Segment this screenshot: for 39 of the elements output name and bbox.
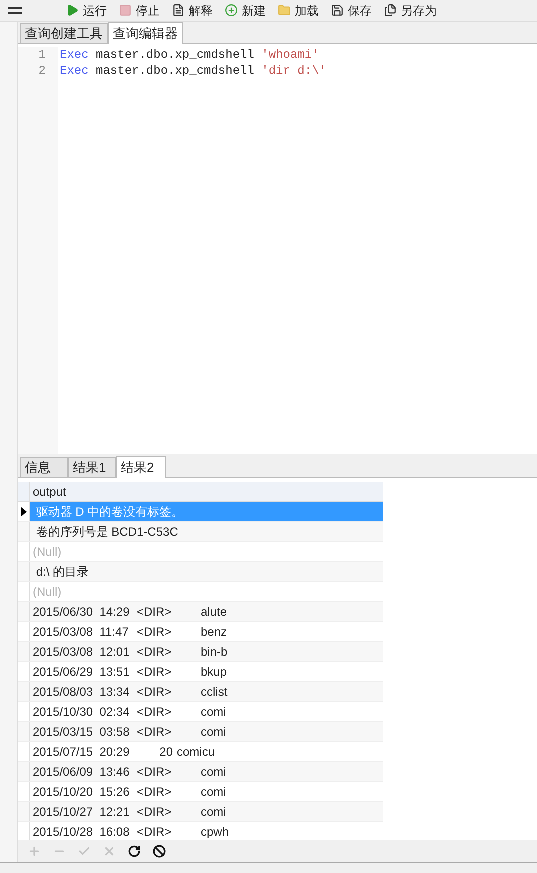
editor-tab[interactable]: 查询创建工具 — [20, 23, 108, 43]
folder-icon — [278, 4, 291, 17]
line-number: 2 — [38, 63, 46, 79]
play-icon — [66, 4, 79, 17]
column-header[interactable]: output — [30, 482, 70, 501]
document-icon — [172, 4, 185, 17]
menu-icon[interactable] — [8, 7, 22, 14]
toolbar-button[interactable]: 运行 — [66, 2, 107, 20]
toolbar-button[interactable]: 加载 — [278, 2, 319, 20]
toolbar-button[interactable]: 另存为 — [384, 2, 437, 20]
toolbar-button[interactable]: 停止 — [119, 2, 160, 20]
code-line: Exec master.dbo.xp_cmdshell 'dir d:\' — [60, 63, 326, 79]
refresh-button[interactable] — [126, 843, 142, 859]
line-number: 1 — [38, 47, 46, 63]
toolbar-button[interactable]: 新建 — [225, 2, 266, 20]
add-icon — [28, 844, 40, 858]
stop-icon — [152, 844, 166, 858]
editor-tab[interactable]: 查询编辑器 — [108, 22, 183, 44]
save-as-icon — [384, 4, 397, 17]
table-cell[interactable]: 2015/07/15 20:29 20 comicu — [30, 742, 383, 761]
plus-circle-icon — [225, 4, 238, 17]
result-tab[interactable]: 结果1 — [68, 457, 116, 477]
table-cell[interactable]: 2015/10/20 15:26 <DIR> comi — [30, 782, 383, 801]
result-tab[interactable]: 信息 — [20, 457, 68, 477]
cancel-icon — [102, 844, 116, 858]
check-icon — [78, 844, 90, 858]
table-cell[interactable]: 2015/06/29 13:51 <DIR> bkup — [30, 662, 383, 681]
save-icon — [331, 4, 344, 17]
result-tab[interactable]: 结果2 — [116, 456, 166, 478]
table-cell[interactable]: 2015/10/28 16:08 <DIR> cpwh — [30, 822, 383, 841]
table-cell[interactable]: 2015/03/08 11:47 <DIR> benz — [30, 622, 383, 641]
toolbar-button[interactable]: 保存 — [331, 2, 372, 20]
table-cell[interactable]: 2015/10/30 02:34 <DIR> comi — [30, 702, 383, 721]
toolbar-button[interactable]: 解释 — [172, 2, 213, 20]
stop-button[interactable] — [151, 843, 167, 859]
code-editor[interactable]: 1 2 Exec master.dbo.xp_cmdshell 'whoami' Exec master.dbo.xp_cmdshell 'dir d:\' — [18, 44, 537, 454]
refresh-icon — [128, 844, 140, 858]
stop-icon — [119, 4, 132, 17]
code-line: Exec master.dbo.xp_cmdshell 'whoami' — [60, 47, 320, 63]
